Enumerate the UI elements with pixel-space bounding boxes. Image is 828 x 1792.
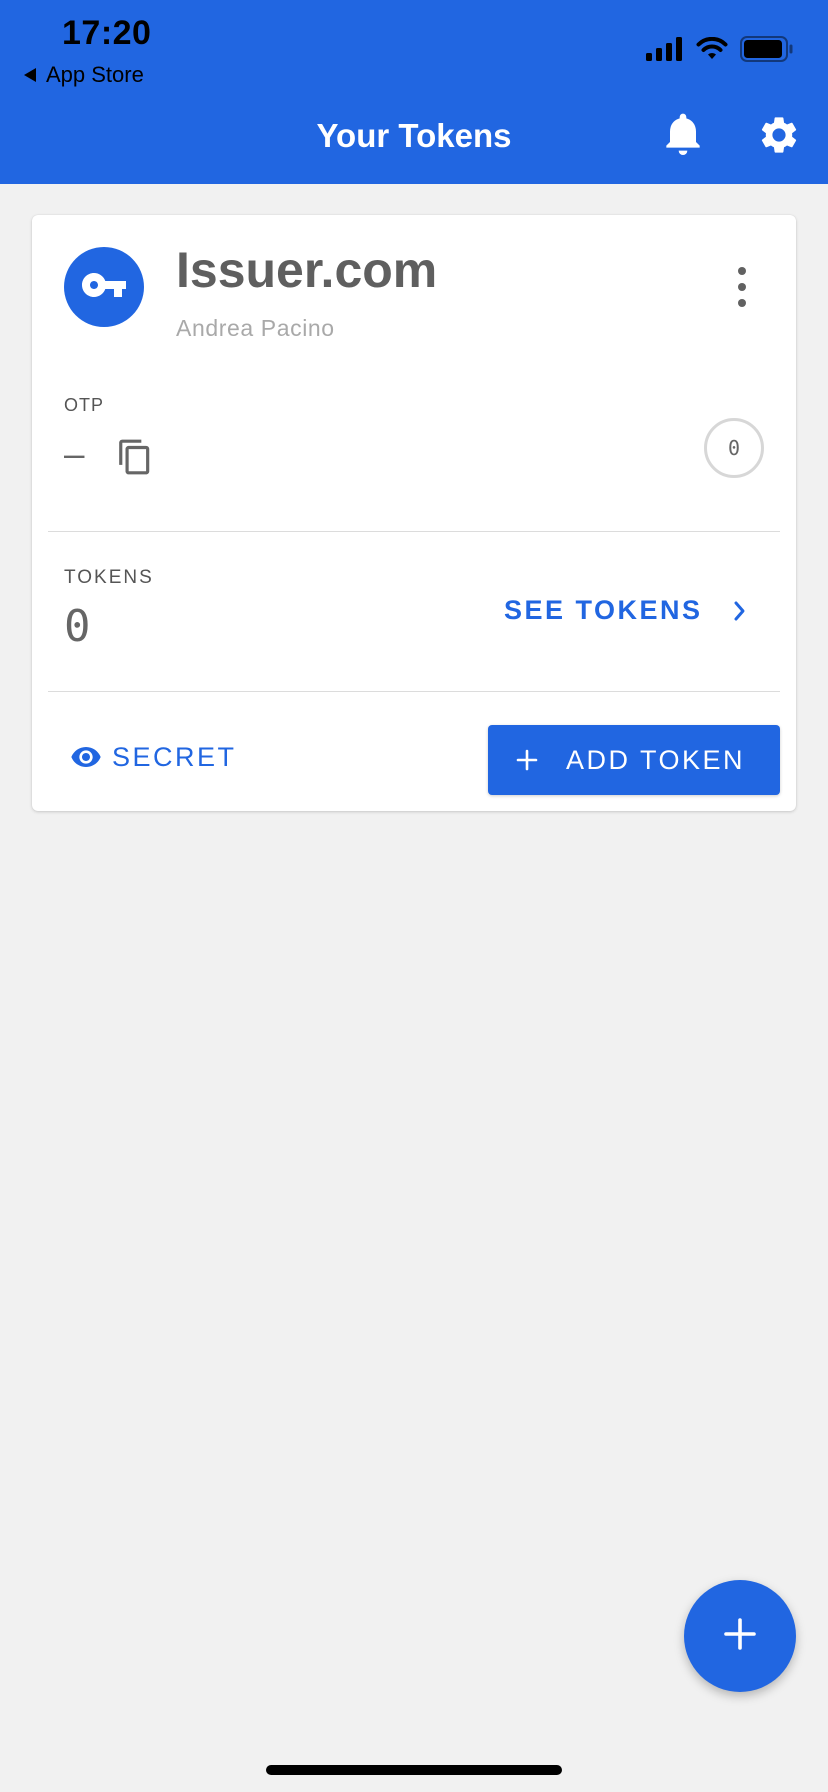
plus-icon [516,749,538,771]
otp-label: OTP [64,395,105,415]
tokens-count: 0 [64,601,91,652]
settings-button[interactable] [756,114,802,160]
status-time: 17:20 [62,14,152,52]
otp-value: – [64,435,85,475]
more-options-button[interactable] [732,267,752,307]
cellular-signal-icon [646,37,684,66]
key-icon [80,261,128,314]
add-token-label: ADD TOKEN [566,744,746,775]
secret-button[interactable]: SECRET [70,741,237,773]
gear-icon [757,113,801,162]
tokens-label: TOKENS [64,567,154,588]
copy-otp-button[interactable] [116,437,154,477]
battery-icon [740,36,794,67]
divider [48,531,780,532]
issuer-avatar [64,247,144,327]
issuer-name: Issuer.com [176,242,438,298]
wifi-icon [696,36,728,66]
see-tokens-label: SEE TOKENS [504,595,703,625]
back-link-label: App Store [46,62,144,87]
see-tokens-button[interactable]: SEE TOKENS [504,595,747,626]
back-triangle-icon [24,68,36,82]
otp-timer: 0 [704,418,764,478]
issuer-card: Issuer.com Andrea Pacino OTP – 0 TOKENS … [32,215,796,811]
eye-icon [70,741,102,773]
divider [48,691,780,692]
chevron-right-icon [733,600,747,622]
back-to-app-store-link[interactable]: App Store [24,62,144,88]
add-token-button[interactable]: ADD TOKEN [488,725,780,795]
secret-label: SECRET [112,741,237,772]
status-icons [634,36,794,67]
account-user-name: Andrea Pacino [176,315,335,341]
home-indicator[interactable] [266,1765,562,1775]
copy-icon [116,439,154,481]
bell-icon [663,113,703,162]
more-vert-icon [738,267,746,275]
plus-icon [722,1616,758,1657]
app-header: 17:20 App Store Your Tokens [0,0,828,184]
notifications-button[interactable] [660,113,706,162]
add-issuer-fab[interactable] [684,1580,796,1692]
